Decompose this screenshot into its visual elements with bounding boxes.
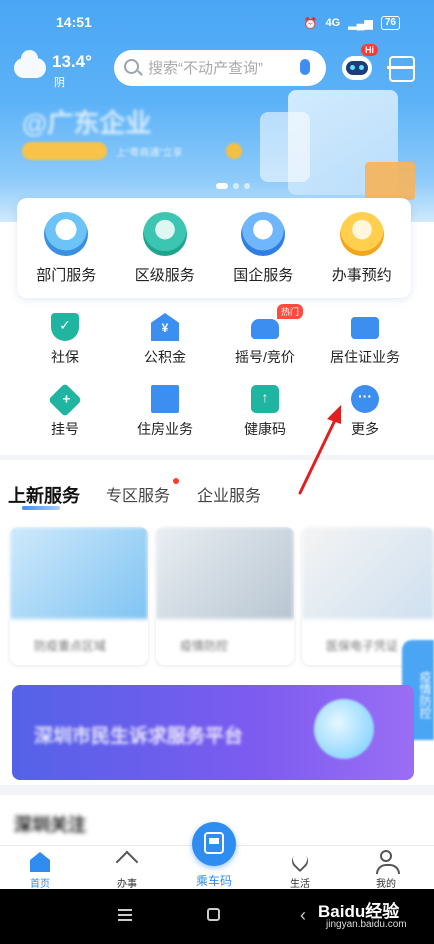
top-services-card: 部门服务 区级服务 国企服务 办事预约	[17, 198, 411, 298]
watermark-url: jingyan.baidu.com	[326, 919, 407, 930]
assistant-badge: Hi	[361, 44, 378, 56]
status-icons: ⏰ 4G ▂▄▆ 76	[304, 16, 400, 30]
nav-life[interactable]: 生活	[260, 846, 340, 890]
tab-new-services[interactable]: 上新服务	[8, 482, 80, 508]
hero-header: 14:51 ⏰ 4G ▂▄▆ 76 13.4° 阴 Hi @广东企业 上“粤商通…	[0, 0, 434, 225]
new-service-card[interactable]: 疫情防控	[156, 527, 294, 665]
health-code-icon: ↑	[251, 385, 279, 413]
send-icon	[115, 850, 139, 874]
promo-banner[interactable]: 深圳市民生诉求服务平台	[12, 685, 414, 780]
notification-dot	[173, 478, 179, 484]
card-image	[10, 527, 148, 619]
card-image	[156, 527, 294, 619]
cloud-icon	[14, 50, 46, 78]
network-label: 4G	[325, 17, 341, 29]
nav-home[interactable]: 首页	[0, 846, 80, 890]
bus-code-label[interactable]: 乘车码	[170, 872, 258, 889]
promo-banner-text: 深圳市民生诉求服务平台	[34, 726, 244, 747]
car-icon	[251, 319, 279, 339]
weather-temperature: 13.4°	[52, 52, 92, 71]
service-soe[interactable]: 国企服务	[214, 198, 313, 298]
system-home-icon[interactable]	[207, 908, 220, 921]
search-input[interactable]	[148, 58, 298, 78]
weather-condition: 阴	[54, 77, 65, 89]
battery-icon: 76	[380, 16, 400, 30]
status-time: 14:51	[56, 14, 92, 30]
nav-mine[interactable]: 我的	[346, 846, 426, 890]
user-icon	[376, 850, 400, 874]
heart-icon	[288, 849, 312, 873]
service-lottery[interactable]: 热门 摇号/竞价	[215, 304, 315, 377]
alarm-icon: ⏰	[303, 17, 318, 30]
search-icon	[124, 59, 139, 74]
bus-code-button[interactable]	[192, 822, 236, 866]
services-row-2: + 挂号 住房业务 ↑ 健康码 ··· 更多	[0, 383, 434, 449]
tab-enterprise-services[interactable]: 企业服务	[197, 482, 261, 506]
service-district[interactable]: 区级服务	[116, 198, 215, 298]
nav-services[interactable]: 办事	[87, 846, 167, 890]
shield-icon: ✓	[51, 313, 79, 341]
service-registration[interactable]: + 挂号	[15, 383, 115, 449]
banner-pill	[22, 142, 107, 160]
services-row-1: ✓ 社保 ¥ 公积金 热门 摇号/竞价 居住证业务	[0, 304, 434, 377]
medical-plus-icon: +	[48, 383, 82, 417]
system-nav-bar: ‹ Baidu经验 jingyan.baidu.com	[0, 889, 434, 944]
assistant-robot-icon[interactable]	[340, 52, 374, 82]
new-service-card[interactable]: 防疫重点区域	[10, 527, 148, 665]
weather-widget[interactable]: 13.4° 阴	[14, 50, 104, 92]
yen-house-icon: ¥	[151, 313, 179, 341]
service-housing[interactable]: 住房业务	[115, 385, 215, 449]
soe-icon	[241, 212, 286, 256]
more-icon: ···	[351, 385, 379, 413]
service-appointment[interactable]: 办事预约	[313, 198, 412, 298]
scan-icon[interactable]	[387, 56, 415, 82]
banner-title: @广东企业	[22, 108, 152, 138]
department-icon	[44, 212, 89, 256]
robot-illustration	[314, 699, 374, 759]
service-social-security[interactable]: ✓ 社保	[15, 313, 115, 377]
banner-subtitle: 上“粤商通”立享	[116, 148, 183, 159]
card-image	[302, 527, 434, 619]
service-more[interactable]: ··· 更多	[315, 385, 415, 449]
back-icon[interactable]: ‹	[300, 905, 306, 926]
service-department[interactable]: 部门服务	[17, 198, 116, 298]
banner-bag-illustration	[365, 162, 415, 200]
service-residence-permit[interactable]: 居住证业务	[315, 313, 415, 377]
recent-apps-icon[interactable]	[118, 909, 132, 924]
section-title: 深圳关注	[14, 815, 86, 835]
appointment-icon	[339, 212, 384, 256]
tab-zone-services[interactable]: 专区服务	[106, 482, 170, 506]
building-icon	[151, 385, 179, 413]
home-icon	[30, 852, 50, 872]
active-tab-indicator	[22, 506, 60, 510]
coin-icon	[226, 143, 242, 159]
carousel-dots	[216, 183, 250, 189]
signal-icon: ▂▄▆	[348, 17, 373, 30]
search-bar[interactable]	[114, 50, 326, 86]
banner-card-illustration	[260, 112, 310, 182]
hot-badge: 热门	[277, 304, 304, 319]
microphone-icon[interactable]	[300, 59, 310, 75]
id-card-icon	[351, 317, 379, 339]
service-health-code[interactable]: ↑ 健康码	[215, 385, 315, 449]
district-icon	[142, 212, 187, 256]
status-bar: 14:51 ⏰ 4G ▂▄▆ 76	[0, 14, 434, 36]
bus-code-icon	[204, 832, 224, 854]
service-housing-fund[interactable]: ¥ 公积金	[115, 313, 215, 377]
